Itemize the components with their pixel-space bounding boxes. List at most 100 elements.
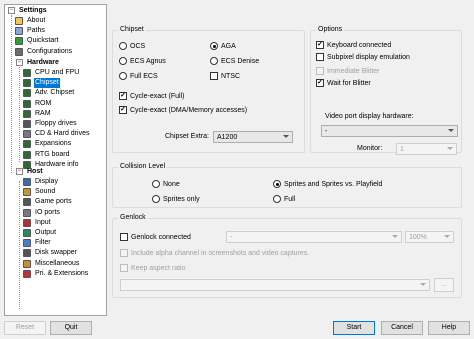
control-label: AGA xyxy=(221,42,236,50)
tree-item-ram[interactable]: RAM xyxy=(23,109,52,119)
genlock-opacity-dropdown[interactable]: 100% xyxy=(405,231,454,243)
checkbox-indicator xyxy=(120,233,128,241)
collision-none-radio[interactable]: None xyxy=(152,179,180,189)
options-group: Options ✓ Keyboard connected Subpixel dis… xyxy=(310,25,462,155)
checkbox-indicator xyxy=(316,53,324,61)
tree-item-settings[interactable]: Settings xyxy=(18,6,48,16)
cancel-button[interactable]: Cancel xyxy=(381,321,423,335)
tree-item-filter[interactable]: Filter xyxy=(23,238,52,248)
tree-item-label: RAM xyxy=(35,109,51,117)
tree-item-chipset[interactable]: Chipset xyxy=(23,78,60,89)
tree-item-cd-hard-drives[interactable]: CD & Hard drives xyxy=(23,129,90,139)
quit-button[interactable]: Quit xyxy=(50,321,92,335)
ocs-radio[interactable]: OCS xyxy=(119,41,145,51)
ntsc-checkbox[interactable]: NTSC xyxy=(210,71,240,81)
tree-item-miscellaneous[interactable]: Miscellaneous xyxy=(23,259,80,269)
help-button[interactable]: Help xyxy=(428,321,470,335)
checkbox-indicator: ✓ xyxy=(119,92,127,100)
control-label: Wait for Blitter xyxy=(327,79,371,87)
output-icon xyxy=(23,229,31,237)
tree-item-floppy-drives[interactable]: Floppy drives xyxy=(23,119,78,129)
subpixel-checkbox[interactable]: Subpixel display emulation xyxy=(316,52,410,62)
collapse-settings-icon[interactable]: − xyxy=(8,7,15,14)
aga-radio[interactable]: AGA xyxy=(210,41,236,51)
tree-item-expansions[interactable]: Expansions xyxy=(23,139,72,149)
control-label: Genlock connected xyxy=(131,233,191,241)
chevron-down-icon xyxy=(444,235,450,238)
radio-indicator xyxy=(119,42,127,50)
ecs-agnus-radio[interactable]: ECS Agnus xyxy=(119,56,166,66)
tree-item-label: Paths xyxy=(27,27,45,35)
collapse-hardware-icon[interactable]: − xyxy=(16,59,23,66)
chevron-down-icon xyxy=(447,147,453,150)
chipset-extra-dropdown[interactable]: A1200 xyxy=(213,131,293,143)
tree-item-label: Configurations xyxy=(27,47,73,55)
tree-item-input[interactable]: Input xyxy=(23,218,52,228)
harddrive-icon xyxy=(23,130,31,139)
keep-aspect-checkbox[interactable]: Keep aspect ratio xyxy=(120,263,185,273)
reset-button[interactable]: Reset xyxy=(4,321,46,335)
tree-item-label: IO ports xyxy=(35,208,60,216)
tree-item-disk-swapper[interactable]: Disk swapper xyxy=(23,248,78,258)
tree-item-io-ports[interactable]: IO ports xyxy=(23,208,61,218)
tree-item-display[interactable]: Display xyxy=(23,177,59,187)
tree-item-label: CPU and FPU xyxy=(35,69,80,76)
radio-indicator xyxy=(210,57,218,65)
collision-sprites-only-radio[interactable]: Sprites only xyxy=(152,194,200,204)
wait-for-blitter-checkbox[interactable]: ✓ Wait for Blitter xyxy=(316,78,371,88)
tree-item-sound[interactable]: Sound xyxy=(23,187,56,197)
cycle-exact-full-checkbox[interactable]: ✓ Cycle-exact (Full) xyxy=(119,91,184,101)
tree-item-game-ports[interactable]: Game ports xyxy=(23,197,73,207)
configurations-icon xyxy=(15,47,23,56)
control-label: None xyxy=(163,180,180,188)
tree-item-label: Expansions xyxy=(35,140,72,148)
genlock-browse-button[interactable]: ... xyxy=(434,278,454,292)
cycle-exact-dma-checkbox[interactable]: ✓ Cycle-exact (DMA/Memory accesses) xyxy=(119,105,247,115)
options-title: Options xyxy=(316,25,345,35)
io-ports-icon xyxy=(23,208,31,217)
rom-icon xyxy=(23,99,31,108)
tree-item-paths[interactable]: Paths xyxy=(15,26,46,36)
settings-tree[interactable]: − Settings About Paths Quickstart Configura… xyxy=(4,4,107,316)
chipset-group: Chipset OCS AGA ECS Agnus ECS Denise Ful… xyxy=(112,25,305,153)
control-label: Include alpha channel in screenshots and… xyxy=(131,249,310,257)
tree-item-quickstart[interactable]: Quickstart xyxy=(15,36,60,46)
control-label: Full ECS xyxy=(130,72,158,80)
full-ecs-radio[interactable]: Full ECS xyxy=(119,71,158,81)
ecs-denise-radio[interactable]: ECS Denise xyxy=(210,56,259,66)
tree-item-label: Hardware xyxy=(27,59,59,66)
tree-item-rtg-board[interactable]: RTG board xyxy=(23,150,71,160)
immediate-blitter-checkbox[interactable]: Immediate Blitter xyxy=(316,66,380,76)
genlock-file-dropdown[interactable] xyxy=(120,279,430,291)
collision-sprites-playfield-radio[interactable]: Sprites and Sprites vs. Playfield xyxy=(273,179,382,189)
tree-item-configurations[interactable]: Configurations xyxy=(15,47,73,57)
control-label: Sprites only xyxy=(163,195,200,203)
genlock-connected-checkbox[interactable]: Genlock connected xyxy=(120,232,191,242)
keyboard-connected-checkbox[interactable]: ✓ Keyboard connected xyxy=(316,40,391,50)
include-alpha-checkbox[interactable]: Include alpha channel in screenshots and… xyxy=(120,248,309,258)
checkbox-indicator: ✓ xyxy=(119,106,127,114)
tree-item-pri-extensions[interactable]: Pri. & Extensions xyxy=(23,269,89,279)
tree-item-output[interactable]: Output xyxy=(23,228,57,238)
control-label: A1200 xyxy=(217,133,238,141)
genlock-mode-dropdown[interactable]: - xyxy=(226,231,402,243)
tree-item-about[interactable]: About xyxy=(15,16,46,26)
sound-icon xyxy=(23,188,31,197)
video-port-dropdown[interactable]: - xyxy=(321,125,458,137)
tree-item-hardware[interactable]: Hardware xyxy=(26,58,60,68)
video-port-label: Video port display hardware: xyxy=(325,113,414,120)
tree-item-rom[interactable]: ROM xyxy=(23,99,52,109)
collision-full-radio[interactable]: Full xyxy=(273,194,295,204)
monitor-dropdown[interactable]: 1 xyxy=(396,143,457,155)
start-button[interactable]: Start xyxy=(333,321,375,335)
chevron-down-icon xyxy=(420,283,426,286)
tree-item-label: Chipset xyxy=(34,78,60,89)
tree-item-label: Disk swapper xyxy=(35,249,78,257)
radio-indicator xyxy=(273,180,281,188)
about-icon xyxy=(15,17,23,25)
tree-item-host[interactable]: Host xyxy=(26,167,44,177)
tree-item-adv-chipset[interactable]: Adv. Chipset xyxy=(23,88,75,98)
tree-item-cpu-and-fpu[interactable]: CPU and FPU xyxy=(23,68,80,78)
radio-indicator xyxy=(152,195,160,203)
collapse-host-icon[interactable]: − xyxy=(16,168,23,175)
